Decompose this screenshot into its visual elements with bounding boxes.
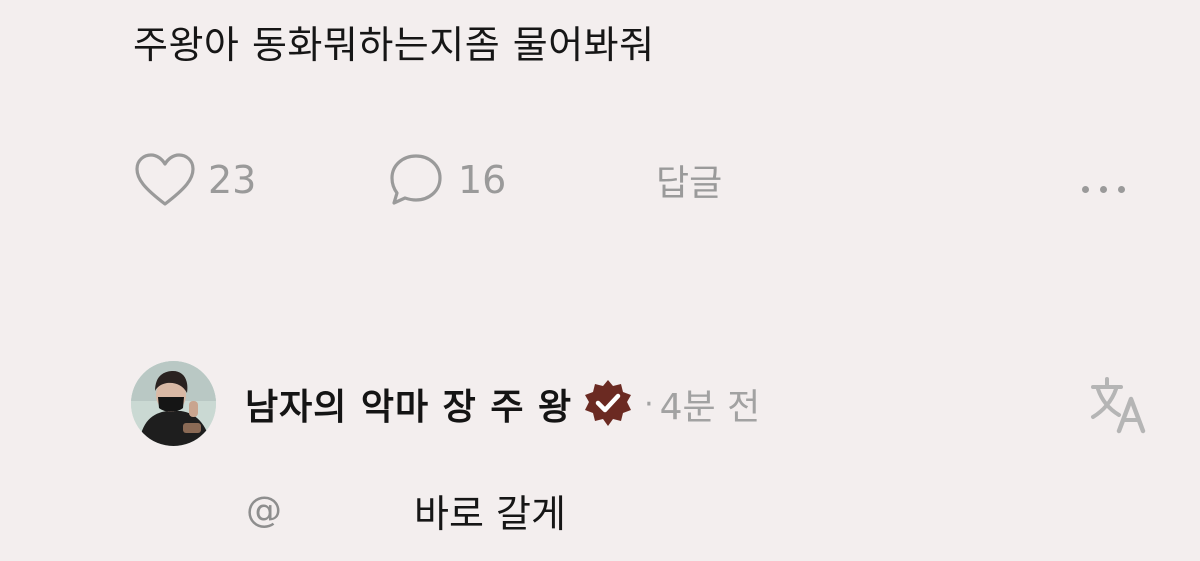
timestamp: 4분 전 — [659, 387, 761, 428]
reply-item: 남자의 악마 장 주 왕 · 4분 전 — [131, 361, 1171, 451]
like-count: 23 — [208, 158, 257, 202]
reply-header: 남자의 악마 장 주 왕 · 4분 전 — [245, 379, 760, 429]
reply-text: 바로 갈게 — [414, 491, 566, 536]
comment-count: 16 — [458, 158, 507, 202]
username[interactable]: 남자의 악마 장 주 왕 — [245, 378, 572, 430]
heart-icon — [134, 152, 196, 208]
avatar[interactable] — [131, 361, 216, 446]
translate-icon — [1089, 377, 1149, 439]
more-dots-icon — [1082, 158, 1136, 202]
post-action-bar: 23 16 답글 — [0, 150, 1200, 210]
like-button[interactable]: 23 — [134, 150, 256, 210]
comment-button[interactable]: 16 — [388, 150, 506, 210]
more-options-button[interactable] — [1082, 150, 1136, 210]
comment-bubble-icon — [388, 152, 444, 208]
reply-button[interactable]: 답글 — [656, 150, 722, 210]
translate-button[interactable] — [1089, 375, 1149, 435]
post-text: 주왕아 동화뭐하는지좀 물어봐줘 — [133, 23, 655, 67]
reply-content: @ 바로 갈게 — [246, 480, 566, 540]
verified-badge-icon — [582, 378, 634, 430]
mention-link[interactable]: @ — [246, 490, 282, 531]
separator-dot: · — [644, 386, 654, 422]
